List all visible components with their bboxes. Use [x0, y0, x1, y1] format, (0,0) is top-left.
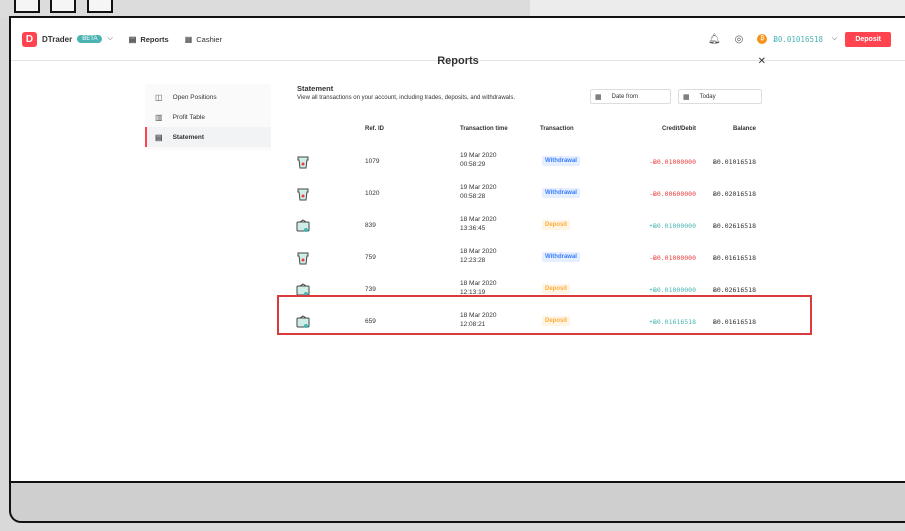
- sidebar-item-label: Profit Table: [172, 113, 205, 121]
- nav-reports-label: Reports: [140, 34, 169, 44]
- transaction-time: 19 Mar 2020 00:58:28: [460, 183, 497, 201]
- page-title: Reports: [437, 55, 479, 67]
- transaction-date: 18 Mar 2020: [460, 216, 497, 223]
- highlighted-row-outline: [277, 295, 812, 335]
- deposit-icon: [296, 219, 310, 233]
- row-balance: Ƀ0.02616518: [712, 286, 756, 294]
- date-from-input[interactable]: ▦ Date from: [590, 89, 671, 104]
- frame-square: [87, 0, 113, 13]
- nav-cashier-label: Cashier: [196, 34, 223, 44]
- header-credit: Credit/Debit: [661, 126, 696, 132]
- table-row[interactable]: 1020 19 Mar 2020 00:58:28 Withdrawal -Ƀ0.006…: [288, 178, 758, 210]
- transaction-clock: 00:58:28: [460, 193, 486, 200]
- ref-id: 1020: [365, 190, 380, 197]
- ref-id: 839: [365, 222, 376, 229]
- sidebar-item-open-positions[interactable]: ◫ Open Positions: [145, 87, 271, 107]
- date-to-value: Today: [699, 93, 716, 100]
- row-balance: Ƀ0.01616518: [712, 254, 756, 262]
- table-row[interactable]: 839 18 Mar 2020 13:36:45 Deposit +Ƀ0.0100000…: [288, 210, 758, 242]
- header-transaction: Transaction: [540, 126, 574, 132]
- deposit-button[interactable]: Deposit: [845, 31, 891, 47]
- credit-debit: -Ƀ0.00600000: [649, 190, 696, 198]
- header-ref: Ref. ID: [365, 126, 385, 132]
- credit-debit: +Ƀ0.01000000: [649, 222, 696, 230]
- transaction-type-badge: Deposit: [542, 220, 571, 230]
- nav-reports[interactable]: ▤ Reports: [129, 35, 169, 44]
- open-positions-icon: ◫: [155, 92, 163, 102]
- reports-sidebar: ◫ Open Positions ▥ Profit Table ▤ Statement: [145, 84, 271, 150]
- cashier-icon: ▦: [184, 34, 193, 44]
- transaction-type-badge: Withdrawal: [542, 156, 580, 166]
- transaction-time: 19 Mar 2020 00:58:29: [460, 151, 497, 169]
- statement-content: Statement View all transactions on your …: [297, 84, 767, 104]
- table-row[interactable]: 759 18 Mar 2020 12:23:28 Withdrawal -Ƀ0.0100…: [288, 242, 758, 274]
- sidebar-item-label: Statement: [172, 133, 204, 141]
- credit-debit: +Ƀ0.01000000: [649, 286, 696, 294]
- header-time: Transaction time: [460, 126, 508, 132]
- transaction-date: 19 Mar 2020: [460, 184, 497, 191]
- brand-name[interactable]: DTrader: [42, 35, 72, 44]
- beta-badge: BETA: [77, 35, 103, 43]
- ref-id: 1079: [365, 158, 380, 165]
- account-icon[interactable]: ◎: [735, 34, 744, 45]
- transaction-type-badge: Deposit: [542, 284, 571, 294]
- row-balance: Ƀ0.02016518: [712, 190, 756, 198]
- frame-square: [14, 0, 40, 13]
- transaction-type-badge: Withdrawal: [542, 188, 580, 198]
- nav-cashier[interactable]: ▦ Cashier: [185, 35, 222, 44]
- transaction-clock: 13:36:45: [460, 225, 486, 232]
- ref-id: 739: [365, 286, 376, 293]
- credit-debit: -Ƀ0.01000000: [649, 158, 696, 166]
- frame-light-bar: [530, 0, 905, 16]
- table-header: Ref. ID Transaction time Transaction Cre…: [288, 126, 758, 138]
- row-balance: Ƀ0.02616518: [712, 222, 756, 230]
- window-frame-bottom: [9, 483, 905, 523]
- sidebar-item-profit-table[interactable]: ▥ Profit Table: [145, 107, 271, 127]
- account-balance[interactable]: Ƀ0.01016518: [773, 35, 823, 44]
- table-row[interactable]: 1079 19 Mar 2020 00:58:29 Withdrawal -Ƀ0.010…: [288, 146, 758, 178]
- sidebar-item-label: Open Positions: [172, 93, 217, 101]
- withdrawal-icon: [296, 155, 310, 169]
- transaction-type-badge: Withdrawal: [542, 252, 580, 262]
- transaction-time: 18 Mar 2020 12:23:28: [460, 247, 497, 265]
- withdrawal-icon: [296, 187, 310, 201]
- transaction-date: 19 Mar 2020: [460, 152, 497, 159]
- sidebar-item-statement[interactable]: ▤ Statement: [145, 127, 271, 147]
- frame-square: [50, 0, 76, 13]
- ref-id: 759: [365, 254, 376, 261]
- transaction-clock: 00:58:29: [460, 161, 486, 168]
- statement-icon: ▤: [155, 132, 163, 142]
- date-from-placeholder: Date from: [611, 93, 638, 100]
- withdrawal-icon: [296, 251, 310, 265]
- dtrader-logo-icon[interactable]: D: [22, 31, 37, 47]
- date-to-input[interactable]: ▦ Today: [678, 89, 762, 104]
- calendar-icon: ▦: [595, 93, 602, 101]
- bell-icon[interactable]: 🔔︎: [708, 34, 721, 45]
- reports-icon: ▤: [128, 34, 137, 44]
- close-icon[interactable]: ✕: [758, 56, 766, 67]
- app-screen: D DTrader BETA ⌵ ▤ Reports ▦ Cashier 🔔︎ ◎ …: [9, 16, 905, 483]
- header-balance: Balance: [732, 126, 756, 132]
- transaction-date: 18 Mar 2020: [460, 280, 497, 287]
- header-right: 🔔︎ ◎ ₿ Ƀ0.01016518 ⌵ Deposit: [708, 18, 905, 60]
- bitcoin-icon: ₿: [757, 34, 768, 44]
- transaction-clock: 12:23:28: [460, 257, 486, 264]
- transaction-time: 18 Mar 2020 13:36:45: [460, 215, 497, 233]
- chevron-down-icon[interactable]: ⌵: [107, 35, 112, 43]
- row-balance: Ƀ0.01016518: [712, 158, 756, 166]
- transaction-date: 18 Mar 2020: [460, 248, 497, 255]
- calendar-icon: ▦: [683, 93, 690, 101]
- credit-debit: -Ƀ0.01000000: [649, 254, 696, 262]
- chevron-down-icon[interactable]: ⌵: [832, 35, 837, 43]
- profit-table-icon: ▥: [155, 112, 163, 122]
